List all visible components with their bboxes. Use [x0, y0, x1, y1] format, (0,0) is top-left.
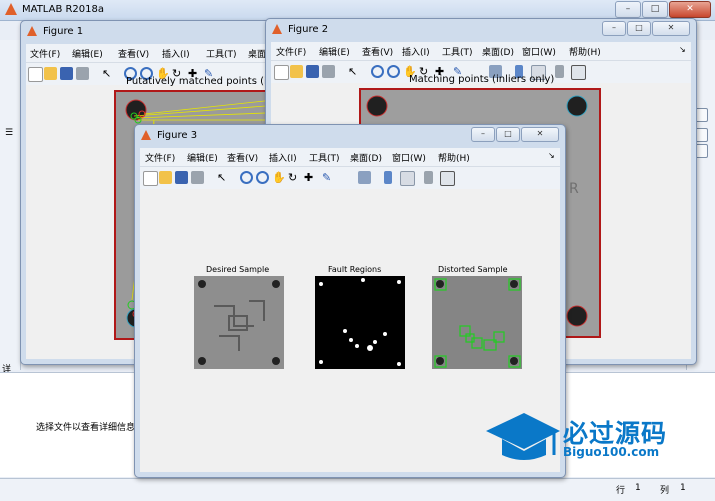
row-value: 1: [635, 483, 641, 493]
col-label: 列: [660, 486, 670, 496]
figure-icon: [27, 26, 37, 36]
close-button[interactable]: ✕: [669, 1, 711, 18]
brush-icon[interactable]: ✎: [322, 171, 335, 184]
pointer-icon[interactable]: ↖: [217, 171, 230, 184]
figure-2-axes-title: Matching points (inliers only): [409, 74, 555, 85]
figure-3-title: Figure 3: [157, 130, 198, 141]
graduation-cap-logo-icon: [486, 413, 560, 460]
figure-icon: [141, 130, 151, 140]
figure-3-menubar: 文件(F) 编辑(E) 查看(V) 插入(I) 工具(T) 桌面(D) 窗口(W…: [140, 148, 560, 166]
menu-edit[interactable]: 编辑(E): [72, 47, 103, 60]
data-cursor-icon[interactable]: ✚: [304, 171, 317, 184]
menu-edit[interactable]: 编辑(E): [319, 45, 350, 58]
menu-window[interactable]: 窗口(W): [522, 45, 556, 58]
show-tools-icon[interactable]: [571, 65, 586, 80]
figure-2-maximize-button[interactable]: □: [627, 21, 651, 36]
figure-1-title: Figure 1: [43, 26, 84, 37]
figure-3-maximize-button[interactable]: □: [496, 127, 520, 142]
menu-insert[interactable]: 插入(I): [269, 151, 297, 164]
dock-arrow-icon[interactable]: ↘: [679, 45, 686, 54]
menu-tools[interactable]: 工具(T): [206, 47, 237, 60]
menu-tools[interactable]: 工具(T): [309, 151, 340, 164]
menu-file[interactable]: 文件(F): [276, 45, 306, 58]
figure-1-axes-title: Putatively matched points (inl: [126, 76, 276, 87]
zoom-in-icon[interactable]: [371, 65, 384, 78]
save-icon[interactable]: [306, 65, 319, 78]
pointer-icon[interactable]: ↖: [348, 65, 361, 78]
figure-2-menubar: 文件(F) 编辑(E) 查看(V) 插入(I) 工具(T) 桌面(D) 窗口(W…: [271, 42, 691, 60]
fault-regions-image: [315, 276, 405, 369]
svg-text:R: R: [569, 181, 579, 197]
save-icon[interactable]: [175, 171, 188, 184]
new-file-icon[interactable]: [143, 171, 158, 186]
menu-tools[interactable]: 工具(T): [442, 45, 473, 58]
legend-icon[interactable]: [400, 171, 415, 186]
pan-icon[interactable]: ✋: [272, 171, 286, 184]
figure-icon: [272, 24, 282, 34]
menu-insert[interactable]: 插入(I): [402, 45, 430, 58]
print-icon[interactable]: [191, 171, 204, 184]
distorted-sample-image: [432, 276, 522, 369]
print-icon[interactable]: [76, 67, 89, 80]
app-title: MATLAB R2018a: [22, 4, 105, 15]
rotate-icon[interactable]: ↻: [288, 171, 301, 184]
menu-insert[interactable]: 插入(I): [162, 47, 190, 60]
menu-window[interactable]: 窗口(W): [392, 151, 426, 164]
desired-sample-image: [194, 276, 284, 369]
menu-desktop[interactable]: 桌面(D): [350, 151, 382, 164]
figure-3-minimize-button[interactable]: –: [471, 127, 495, 142]
zoom-in-icon[interactable]: [240, 171, 253, 184]
menu-view[interactable]: 查看(V): [362, 45, 393, 58]
figure-3-close-button[interactable]: ✕: [521, 127, 559, 142]
menu-view[interactable]: 查看(V): [118, 47, 149, 60]
figure-3-toolbar: ↖ ✋ ↻ ✚ ✎: [140, 166, 560, 190]
figure-2-close-button[interactable]: ✕: [652, 21, 690, 36]
figure-2-title: Figure 2: [288, 24, 329, 35]
menu-file[interactable]: 文件(F): [30, 47, 60, 60]
dock-arrow-icon[interactable]: ↘: [548, 151, 555, 160]
status-bar: 行 1 列 1: [0, 478, 715, 501]
new-file-icon[interactable]: [28, 67, 43, 82]
left-panel-tab[interactable]: ☰: [5, 128, 13, 138]
menu-help[interactable]: 帮助(H): [438, 151, 470, 164]
figure-2-minimize-button[interactable]: –: [602, 21, 626, 36]
zoom-out-icon[interactable]: [256, 171, 269, 184]
maximize-button[interactable]: □: [642, 1, 668, 18]
figure-3-titlebar[interactable]: Figure 3 – □ ✕: [135, 125, 565, 147]
colorbar-icon[interactable]: [384, 171, 392, 184]
fault-regions-title: Fault Regions: [328, 265, 382, 274]
row-label: 行: [616, 486, 626, 496]
print-icon[interactable]: [322, 65, 335, 78]
col-value: 1: [680, 483, 686, 493]
open-icon[interactable]: [159, 171, 172, 184]
menu-view[interactable]: 查看(V): [227, 151, 258, 164]
show-tools-icon[interactable]: [440, 171, 455, 186]
new-file-icon[interactable]: [274, 65, 289, 80]
hide-tools-icon[interactable]: [555, 65, 564, 78]
hide-tools-icon[interactable]: [424, 171, 433, 184]
menu-file[interactable]: 文件(F): [145, 151, 175, 164]
minimize-button[interactable]: –: [615, 1, 641, 18]
desired-sample-title: Desired Sample: [206, 265, 270, 274]
menu-edit[interactable]: 编辑(E): [187, 151, 218, 164]
pointer-icon[interactable]: ↖: [102, 67, 115, 80]
menu-desktop[interactable]: 桌面(D): [482, 45, 514, 58]
distorted-sample-title: Distorted Sample: [438, 265, 508, 274]
figure-2-titlebar[interactable]: Figure 2 – □ ✕: [266, 19, 696, 41]
left-panel: ☰ 详: [0, 40, 21, 375]
open-icon[interactable]: [44, 67, 57, 80]
save-icon[interactable]: [60, 67, 73, 80]
link-plot-icon[interactable]: [358, 171, 371, 184]
watermark-url: Biguo100.com: [563, 445, 660, 459]
zoom-out-icon[interactable]: [387, 65, 400, 78]
menu-help[interactable]: 帮助(H): [569, 45, 601, 58]
open-icon[interactable]: [290, 65, 303, 78]
matlab-logo-icon: [5, 3, 17, 15]
details-hint: 选择文件以查看详细信息: [36, 423, 136, 433]
